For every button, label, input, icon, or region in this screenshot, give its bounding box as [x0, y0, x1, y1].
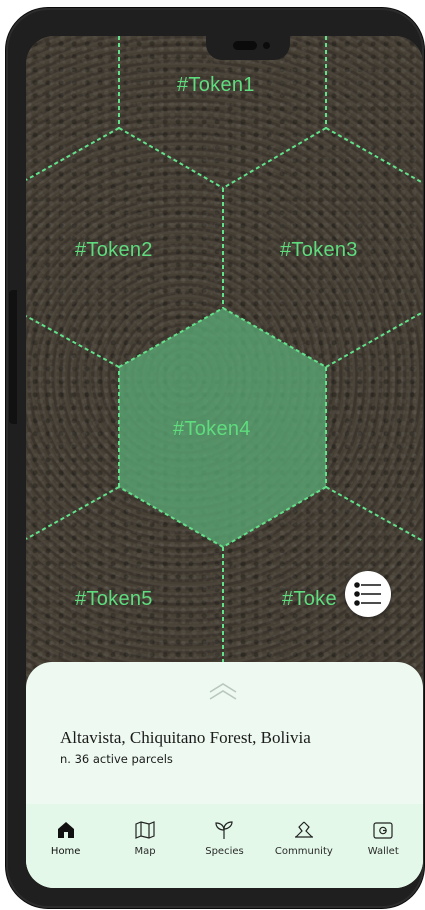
bottom-nav: Home Map Species Community Wallet: [26, 804, 423, 888]
map-icon: [135, 821, 155, 839]
token-label-6[interactable]: #Toke: [282, 588, 337, 611]
nav-item-community[interactable]: Community: [269, 820, 339, 876]
nav-label-home: Home: [50, 846, 81, 857]
screen: #Token1 #Token2 #Token3 #Token4 #Token5 …: [26, 36, 423, 888]
token-label-2[interactable]: #Token2: [75, 239, 153, 262]
token-label-5[interactable]: #Token5: [75, 588, 153, 611]
parcels-count: n. 36 active parcels: [60, 752, 173, 766]
nav-item-species[interactable]: Species: [189, 820, 259, 876]
side-button: [9, 290, 17, 424]
nav-item-home[interactable]: Home: [31, 820, 101, 876]
list-icon: [354, 582, 381, 606]
location-title: Altavista, Chiquitano Forest, Bolivia: [60, 728, 311, 747]
wallet-icon: [373, 822, 393, 839]
bottom-sheet[interactable]: Altavista, Chiquitano Forest, Bolivia n.…: [26, 662, 423, 888]
nav-item-wallet[interactable]: Wallet: [348, 820, 418, 876]
double-chevron-up-icon[interactable]: [208, 682, 238, 702]
phone-frame: #Token1 #Token2 #Token3 #Token4 #Token5 …: [6, 8, 424, 908]
token-label-1[interactable]: #Token1: [177, 74, 255, 97]
sprout-icon: [215, 821, 234, 839]
notch: [206, 36, 290, 60]
list-toggle-button[interactable]: [345, 571, 391, 617]
camera: [263, 42, 270, 49]
token-label-3[interactable]: #Token3: [280, 239, 358, 262]
nav-item-map[interactable]: Map: [110, 820, 180, 876]
nav-label-community: Community: [274, 846, 333, 857]
nav-label-map: Map: [134, 846, 156, 857]
community-icon: [294, 821, 313, 838]
token-label-4[interactable]: #Token4: [173, 418, 251, 441]
nav-label-wallet: Wallet: [367, 846, 399, 857]
nav-label-species: Species: [205, 846, 244, 857]
home-icon: [57, 822, 74, 838]
speaker: [233, 41, 257, 50]
